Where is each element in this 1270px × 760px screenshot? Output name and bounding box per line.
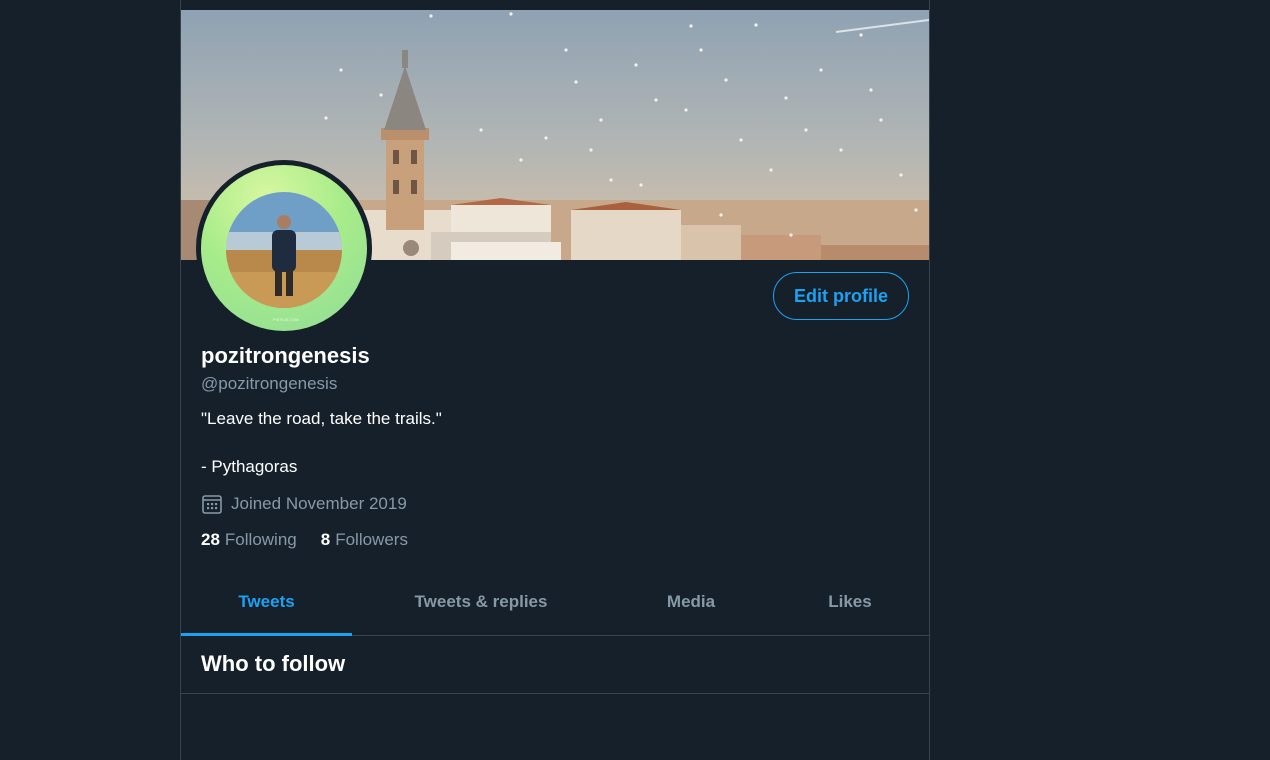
tab-tweets[interactable]: Tweets — [181, 569, 352, 636]
tab-label: Tweets — [238, 592, 295, 611]
profile-column: PIXYLIS.COM Edit profile pozitrongenesis… — [180, 0, 930, 760]
calendar-icon — [201, 493, 223, 515]
joined-date: Joined November 2019 — [201, 493, 407, 515]
bio-line: - Pythagoras — [201, 457, 298, 476]
avatar-photo — [226, 192, 342, 308]
avatar[interactable]: PIXYLIS.COM — [196, 160, 372, 336]
profile-tabs: Tweets Tweets & replies Media Likes — [181, 569, 929, 636]
who-to-follow-section: Who to follow — [181, 636, 929, 694]
avatar-watermark: PIXYLIS.COM — [273, 317, 299, 322]
following-count: 28 — [201, 530, 220, 549]
following-label: Following — [224, 530, 297, 549]
follow-stats: 28 Following 8 Followers — [201, 530, 432, 550]
bio-line: "Leave the road, take the trails." — [201, 409, 442, 428]
tab-label: Likes — [828, 592, 872, 611]
who-to-follow-title: Who to follow — [201, 651, 346, 676]
user-handle: @pozitrongenesis — [201, 374, 338, 393]
tab-label: Tweets & replies — [414, 592, 548, 611]
display-name: pozitrongenesis — [201, 343, 370, 368]
followers-count: 8 — [320, 530, 331, 549]
followers-link[interactable]: 8 Followers — [321, 530, 408, 550]
tab-likes[interactable]: Likes — [771, 569, 929, 635]
joined-text: Joined November 2019 — [231, 494, 407, 513]
edit-profile-button[interactable]: Edit profile — [773, 272, 909, 320]
followers-label: Followers — [335, 530, 408, 549]
avatar-image: PIXYLIS.COM — [201, 165, 367, 331]
tab-label: Media — [666, 592, 716, 611]
tab-media[interactable]: Media — [611, 569, 771, 635]
following-link[interactable]: 28 Following — [201, 530, 297, 550]
tab-tweets-and-replies[interactable]: Tweets & replies — [380, 569, 582, 635]
